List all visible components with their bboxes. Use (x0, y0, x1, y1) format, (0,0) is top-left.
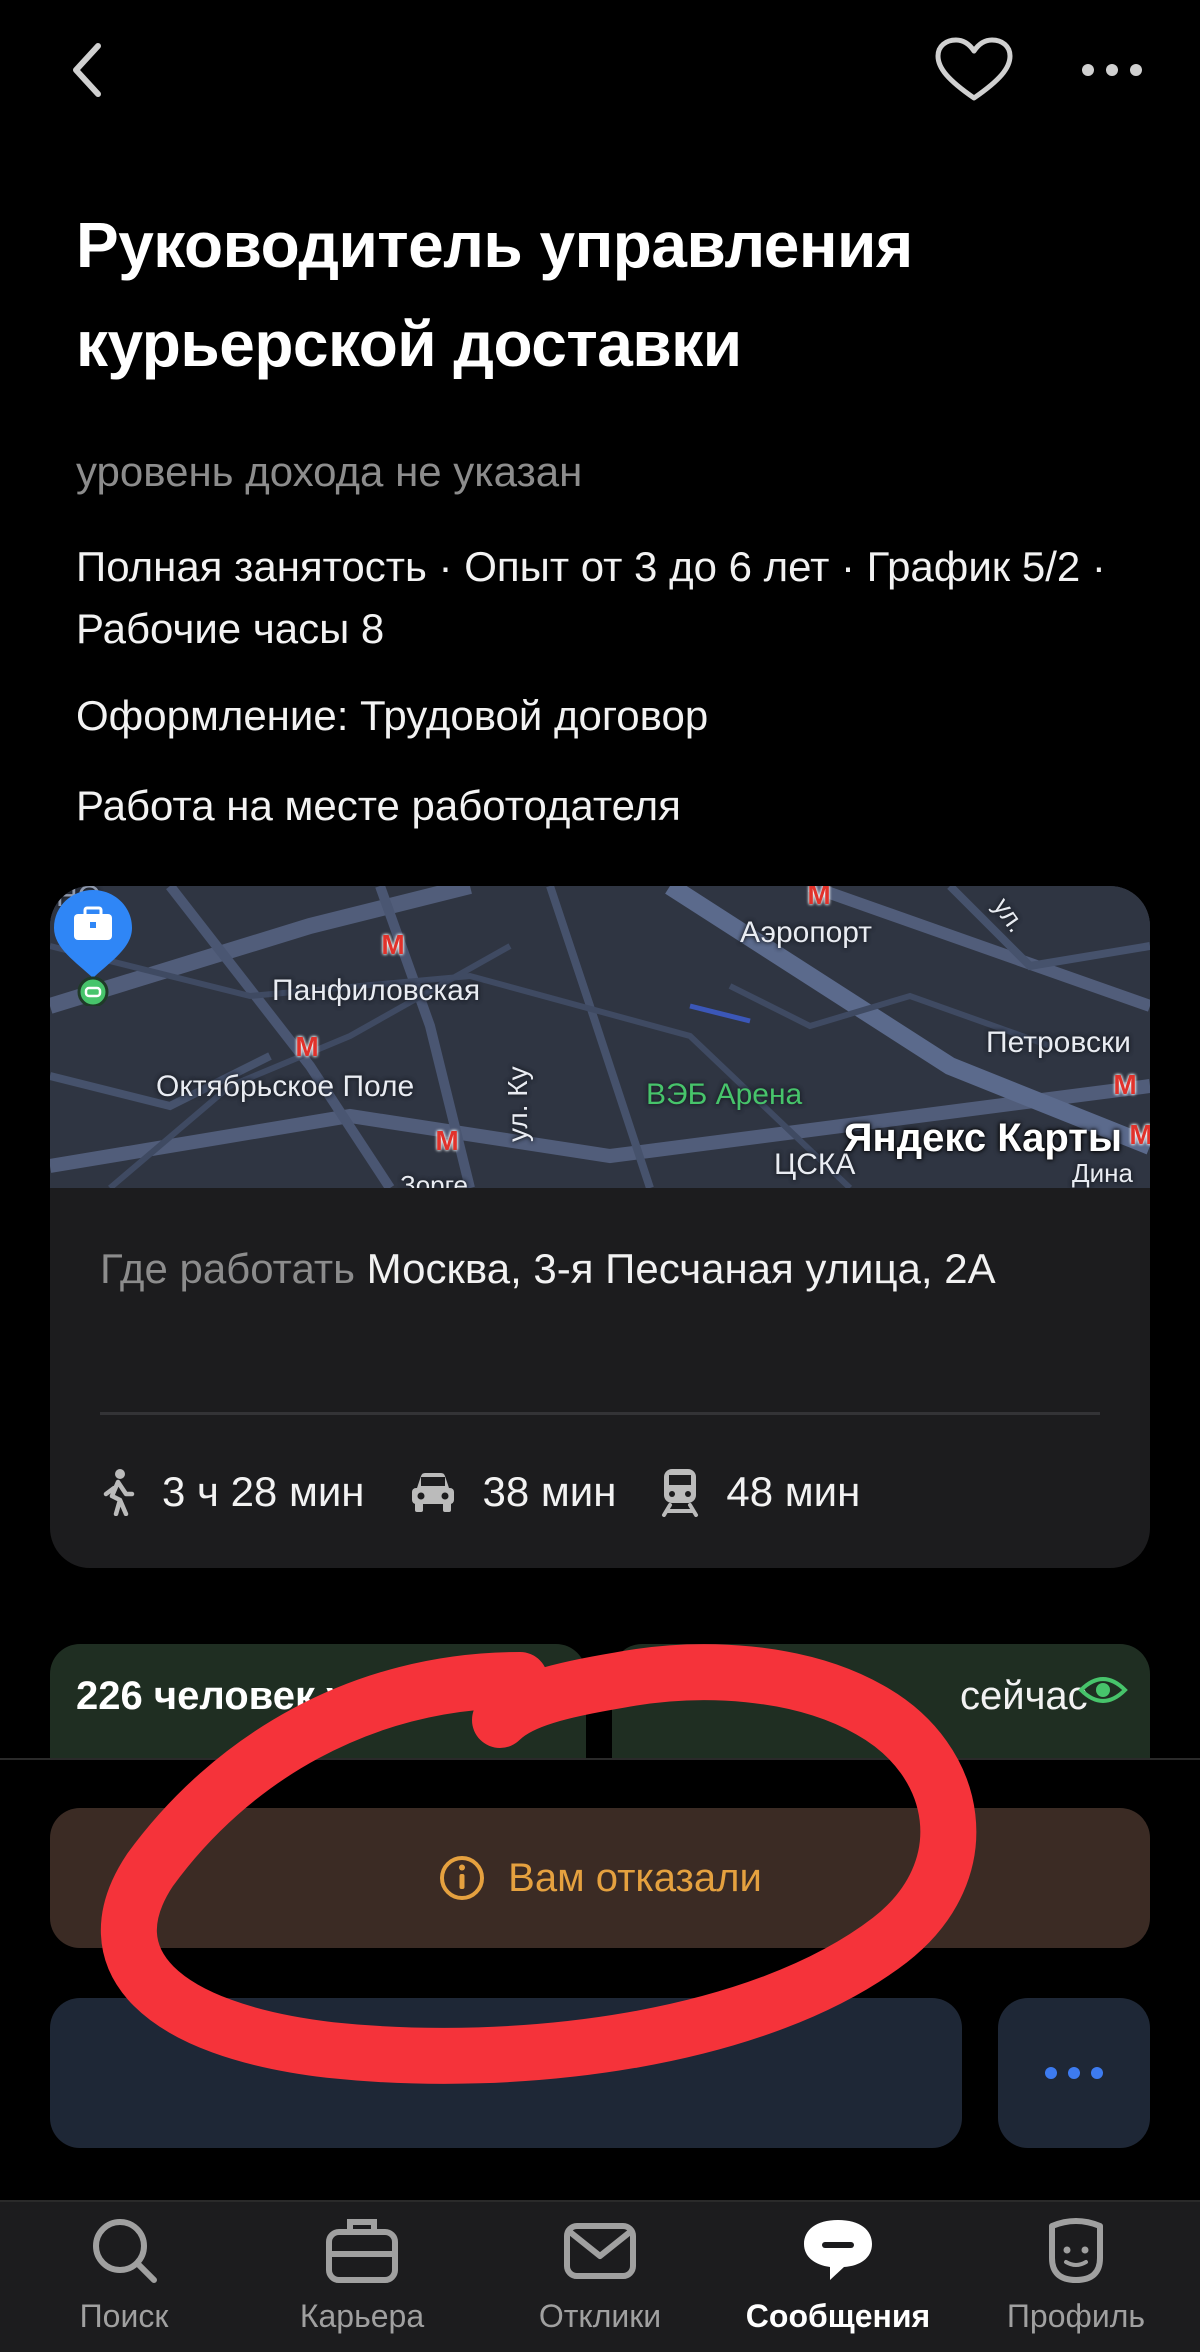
route-car: 38 мин (409, 1468, 617, 1516)
more-horizontal-icon (1045, 2067, 1103, 2079)
more-horizontal-icon (1082, 64, 1142, 76)
car-icon (411, 1473, 454, 1512)
top-bar (0, 0, 1200, 150)
metro-icon: М (435, 1125, 459, 1156)
tab-messages[interactable]: Сообщения (728, 2214, 948, 2344)
heart-icon (935, 37, 1013, 101)
bottom-tab-bar: Поиск Карьера Отклики Сообщения Профиль (0, 2200, 1200, 2352)
viewers-card: сейчас (612, 1644, 1150, 1766)
map-label-veb-arena: ВЭБ Арена (646, 1078, 803, 1111)
tab-search[interactable]: Поиск (14, 2214, 234, 2344)
workplace-type: Работа на месте работодателя (76, 782, 681, 829)
where-label: Где работать (100, 1245, 355, 1292)
transit-time: 48 мин (726, 1468, 861, 1515)
tab-profile[interactable]: Профиль (966, 2214, 1186, 2344)
car-time: 38 мин (482, 1468, 617, 1515)
viewers-text: сейчас (960, 1674, 1088, 1718)
chevron-left-icon (73, 43, 101, 97)
tab-responses[interactable]: Отклики (490, 2214, 710, 2344)
rejected-label: Вам отказали (508, 1855, 762, 1900)
map-label-zorge: Зорге (400, 1170, 468, 1188)
work-address: Где работать Москва, 3-я Песчаная улица,… (100, 1238, 1100, 1300)
briefcase-icon (326, 2219, 398, 2283)
route-transit: 48 мин (660, 1467, 860, 1517)
map-label-petrovsky: Петровски (986, 1026, 1131, 1059)
applicants-card: 226 человек уже (50, 1644, 586, 1766)
vacancy-title: Руководитель управления курьерской доста… (76, 209, 913, 380)
profile-face-icon (1049, 2218, 1103, 2283)
map-label-aeroport: Аэропорт (740, 916, 873, 949)
metro-icon: М (807, 886, 831, 910)
rejected-status-banner[interactable]: Вам отказали (50, 1808, 1150, 1948)
primary-action-button[interactable] (50, 1998, 962, 2148)
tab-profile-label: Профиль (1006, 2298, 1146, 2334)
more-actions-button[interactable] (998, 1998, 1150, 2148)
contract-type: Оформление: Трудовой договор (76, 692, 709, 739)
route-walk: 3 ч 28 мин (100, 1468, 365, 1516)
location-card: НО М Панфиловская М Октябрьское Поле М З… (50, 886, 1150, 1568)
briefcase-location-pin-icon (54, 890, 132, 1006)
yandex-maps-logo: Яндекс Карты (843, 1116, 1122, 1160)
back-button[interactable] (52, 30, 124, 110)
tab-messages-label: Сообщения (745, 2298, 931, 2334)
envelope-icon (564, 2223, 636, 2279)
tab-responses-label: Отклики (538, 2298, 662, 2334)
favorite-button[interactable] (922, 28, 1026, 112)
metro-icon: М (1113, 1069, 1137, 1100)
info-icon (440, 1856, 485, 1900)
tab-career-label: Карьера (299, 2298, 425, 2334)
search-icon (93, 2219, 157, 2283)
divider (100, 1412, 1100, 1415)
eye-icon (1078, 1677, 1128, 1703)
salary-level: уровень дохода не указан (76, 448, 583, 495)
walk-time: 3 ч 28 мин (162, 1468, 365, 1515)
tab-search-label: Поиск (79, 2298, 169, 2334)
applicants-text: 226 человек уже (76, 1674, 399, 1718)
map-preview[interactable]: НО М Панфиловская М Октябрьское Поле М З… (50, 886, 1150, 1188)
map-label-street: ул. Ку (502, 1066, 533, 1142)
address-value: Москва, 3-я Песчаная улица, 2А (366, 1245, 996, 1292)
map-label-oktyabrskoe-pole: Октябрьское Поле (156, 1070, 415, 1103)
chat-bubble-icon (804, 2220, 872, 2280)
more-options-button[interactable] (1068, 40, 1156, 100)
tab-career[interactable]: Карьера (252, 2214, 472, 2344)
route-times: 3 ч 28 мин 38 мин 48 мин (100, 1460, 904, 1524)
train-icon (662, 1469, 699, 1517)
map-label-panfilovskaya: Панфиловская (272, 974, 481, 1007)
walking-icon (103, 1469, 135, 1516)
employment-tags: Полная занятость · Опыт от 3 до 6 лет · … (76, 543, 1106, 652)
metro-icon: М (381, 929, 405, 960)
people-icon (516, 1673, 548, 1710)
map-label-dinamo: Дина (1072, 1158, 1133, 1188)
metro-icon: М (1129, 1119, 1150, 1150)
metro-icon: М (295, 1031, 319, 1062)
